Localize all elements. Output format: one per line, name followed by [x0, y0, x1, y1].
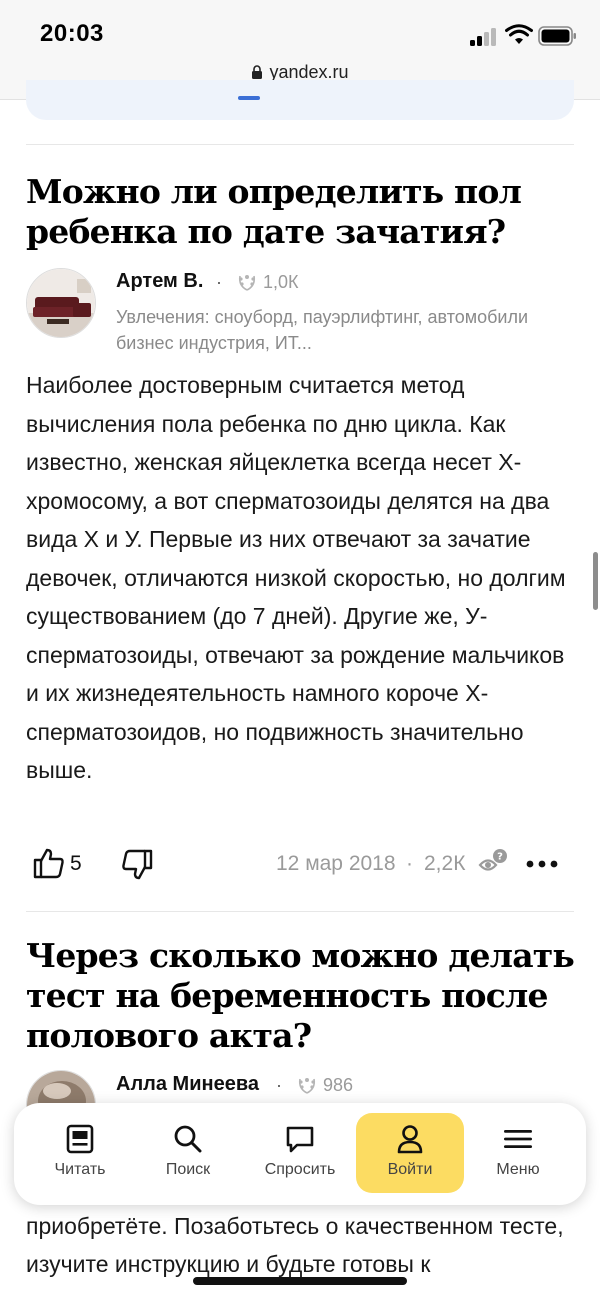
user-icon [397, 1125, 423, 1154]
avatar[interactable] [26, 268, 96, 338]
laurel-icon [298, 1078, 316, 1094]
tab-login[interactable]: Войти [356, 1113, 464, 1193]
tab-ask[interactable]: Спросить [246, 1113, 354, 1193]
home-indicator[interactable] [193, 1277, 407, 1285]
laurel-icon [238, 275, 256, 291]
scrollbar[interactable] [593, 552, 598, 610]
tab-label: Войти [387, 1161, 433, 1178]
lock-icon [252, 65, 263, 79]
search-icon [174, 1125, 202, 1153]
question-title[interactable]: Можно ли определить пол ребенка по дате … [26, 172, 574, 252]
question-title[interactable]: Через сколько можно делать тест на берем… [26, 936, 575, 1056]
tab-search[interactable]: Поиск [134, 1113, 242, 1193]
battery-icon [538, 26, 576, 46]
status-time: 20:03 [40, 20, 104, 47]
tab-menu[interactable]: Меню [464, 1113, 572, 1193]
views-count: 2,2К [424, 852, 466, 875]
tab-read[interactable]: Читать [26, 1113, 134, 1193]
author-name[interactable]: Алла Минеева [116, 1073, 259, 1096]
ask-icon [286, 1126, 314, 1153]
divider [26, 144, 574, 145]
author-rating: · 986 [276, 1075, 353, 1096]
svg-text:?: ? [497, 852, 503, 863]
menu-icon [504, 1130, 532, 1148]
author-rating-value: 1,0К [263, 272, 299, 292]
answer-date: 12 мар 2018 [276, 852, 396, 875]
divider [26, 911, 574, 912]
avatar-sofa-image [27, 269, 95, 337]
answer-actions: 5 12 мар 2018 · 2,2К ? [26, 842, 574, 886]
meta-separator: · [276, 1075, 282, 1095]
card-accent-mark [238, 96, 260, 100]
author-rating-value: 986 [323, 1075, 354, 1095]
tab-label: Поиск [165, 1161, 211, 1178]
author-name[interactable]: Артем В. [116, 270, 203, 293]
tab-label: Меню [496, 1161, 540, 1178]
thumbs-up-icon[interactable] [32, 846, 66, 880]
wifi-icon [505, 24, 533, 44]
cellular-signal-icon [470, 28, 498, 46]
tab-label: Читать [54, 1161, 106, 1178]
previous-card-bottom [26, 80, 574, 120]
views-eye-icon: ? [478, 849, 507, 871]
answer-text[interactable]: приобретёте. Позаботьтесь о качественном… [26, 1207, 586, 1283]
bottom-tab-bar: Читать Поиск Спросить Войти Меню [14, 1103, 586, 1205]
tab-label: Спросить [264, 1161, 336, 1178]
author-bio: Увлечения: сноуборд, пауэрлифтинг, автом… [116, 307, 529, 353]
like-count: 5 [70, 852, 82, 875]
thumbs-down-icon[interactable] [120, 848, 154, 882]
author-rating: · 1,0К [216, 272, 299, 293]
meta-separator: · [406, 852, 413, 875]
meta-separator: · [216, 272, 222, 292]
read-icon [66, 1124, 94, 1154]
url-text: yandex.ru [269, 62, 349, 82]
more-options-icon[interactable] [526, 860, 558, 868]
answer-text[interactable]: Наиболее достоверным считается метод выч… [26, 366, 578, 790]
